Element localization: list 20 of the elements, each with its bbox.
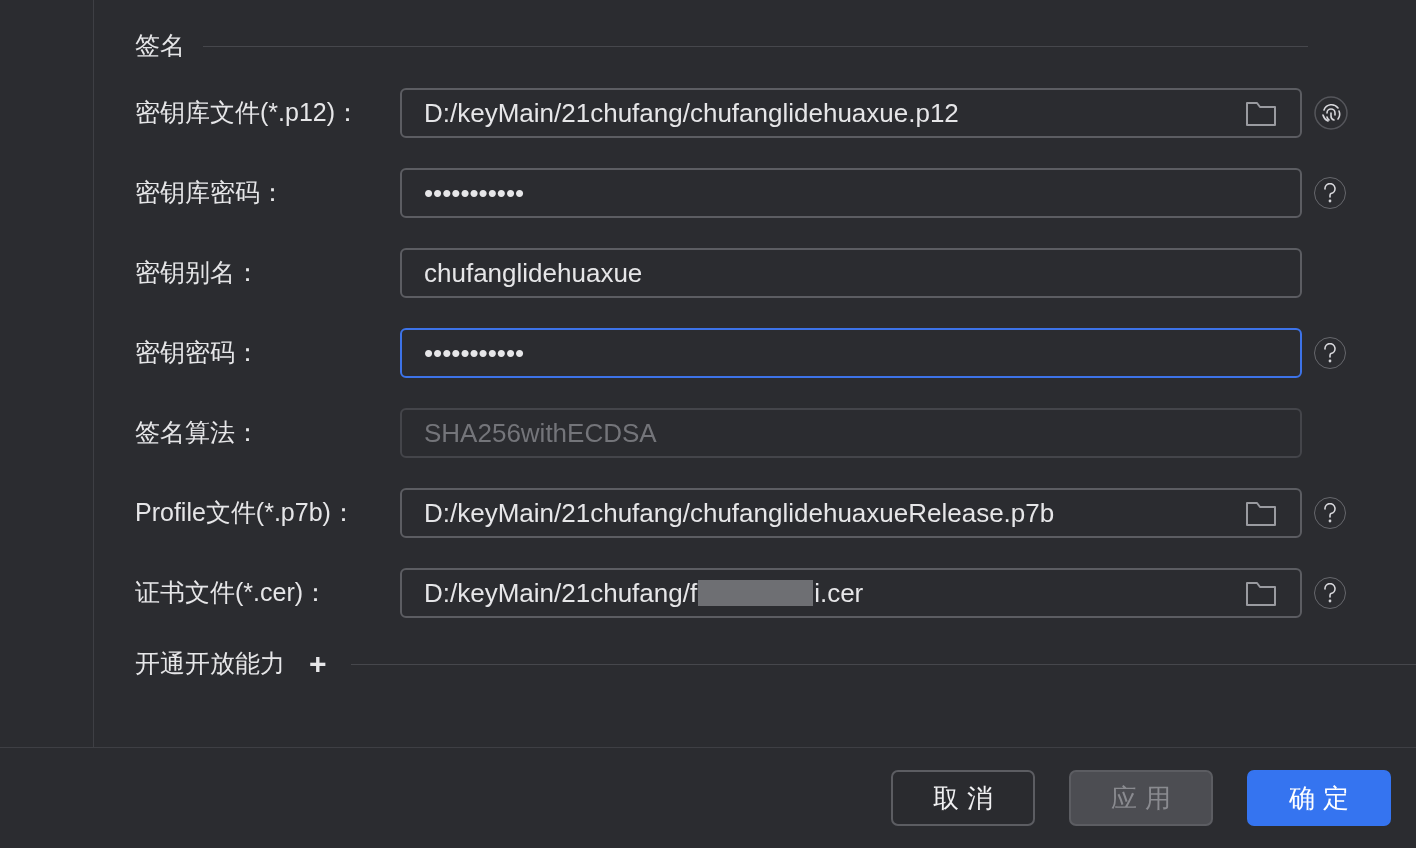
input-field[interactable]: D:/keyMain/21chufang/chufanglidehuaxue.p12 [400, 88, 1302, 138]
field-label: 签名算法： [135, 417, 261, 449]
field-label: 证书文件(*.cer)： [135, 577, 330, 609]
section-title: 开通开放能力 [135, 648, 285, 680]
input-field[interactable]: ••••••••••• [400, 168, 1302, 218]
field-label: 密钥库密码： [135, 177, 286, 209]
field-label: 密钥密码： [135, 337, 261, 369]
fingerprint-icon[interactable] [1314, 96, 1348, 130]
input-field[interactable]: D:/keyMain/21chufang/f i.cer [400, 568, 1302, 618]
input-field[interactable]: chufanglidehuaxue [400, 248, 1302, 298]
input-field: SHA256withECDSA [400, 408, 1302, 458]
field-label: 密钥库文件(*.p12)： [135, 97, 362, 129]
dialog-button[interactable]: 确 定 [1247, 770, 1391, 826]
dialog-button[interactable]: 取 消 [891, 770, 1035, 826]
add-button[interactable]: + [309, 649, 327, 679]
field-label: 密钥别名： [135, 257, 261, 289]
input-field[interactable]: D:/keyMain/21chufang/chufanglidehuaxueRelease.p7b [400, 488, 1302, 538]
section-title: 签名 [135, 30, 185, 62]
field-label: Profile文件(*.p7b)： [135, 497, 357, 529]
input-field[interactable]: ••••••••••• [400, 328, 1302, 378]
